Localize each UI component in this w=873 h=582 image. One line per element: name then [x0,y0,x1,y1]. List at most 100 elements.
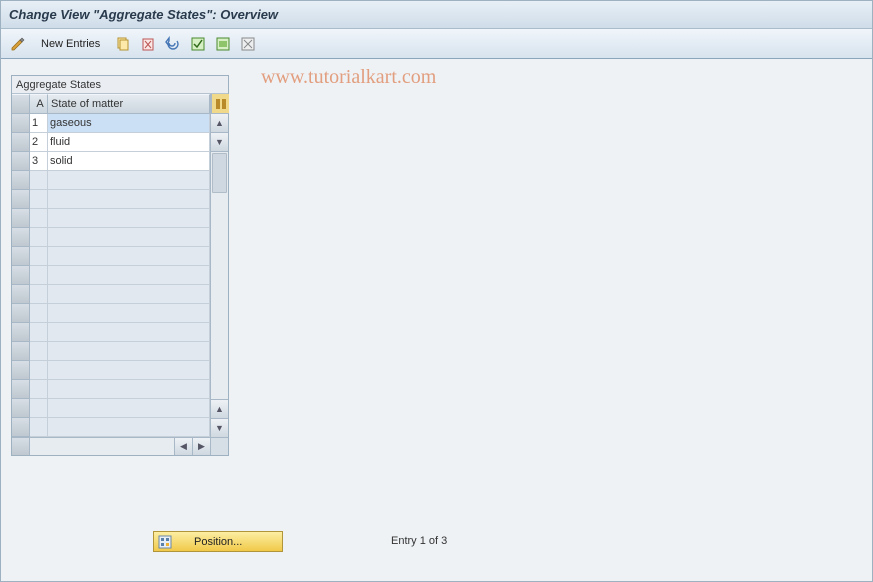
row-header[interactable] [12,418,30,437]
row-header[interactable] [12,247,30,266]
cell-state[interactable] [48,266,210,285]
table-body: 1gaseous2fluid3solid [12,114,210,437]
row-header[interactable] [12,114,30,133]
cell-state[interactable] [48,190,210,209]
table-row[interactable] [12,361,210,380]
cell-state[interactable] [48,342,210,361]
scroll-up-button[interactable]: ▲ [211,114,228,133]
table-row[interactable] [12,266,210,285]
scroll-down-button[interactable]: ▼ [211,133,228,152]
cell-state[interactable] [48,361,210,380]
row-header[interactable] [12,361,30,380]
hscroll-track[interactable] [30,438,174,455]
table-row[interactable] [12,380,210,399]
row-header[interactable] [12,171,30,190]
row-header[interactable] [12,380,30,399]
row-header[interactable] [12,285,30,304]
table-row[interactable] [12,342,210,361]
table-row[interactable]: 2fluid [12,133,210,152]
row-header[interactable] [12,323,30,342]
row-header[interactable] [12,209,30,228]
cell-a[interactable] [30,342,48,361]
row-header-corner[interactable] [12,94,30,114]
cell-a[interactable] [30,228,48,247]
table-row[interactable] [12,247,210,266]
cell-state[interactable]: gaseous [48,114,210,133]
row-header[interactable] [12,399,30,418]
cell-a[interactable] [30,285,48,304]
cell-state[interactable] [48,399,210,418]
table-row[interactable] [12,285,210,304]
cell-state[interactable] [48,228,210,247]
scroll-up2-button[interactable]: ▲ [211,399,228,418]
table-row[interactable]: 3solid [12,152,210,171]
cell-state[interactable] [48,247,210,266]
cell-a[interactable] [30,361,48,380]
new-entries-button[interactable]: New Entries [32,34,109,54]
table-row[interactable]: 1gaseous [12,114,210,133]
table-header: A State of matter [12,94,210,114]
row-header[interactable] [12,228,30,247]
cell-state[interactable] [48,209,210,228]
undo-icon[interactable] [162,34,184,54]
hscroll-right-button[interactable]: ▶ [192,438,210,455]
row-header[interactable] [12,190,30,209]
cell-state[interactable] [48,380,210,399]
table-row[interactable] [12,209,210,228]
cell-state[interactable]: fluid [48,133,210,152]
cell-a[interactable] [30,304,48,323]
cell-a[interactable]: 3 [30,152,48,171]
select-block-icon[interactable] [212,34,234,54]
cell-a[interactable] [30,399,48,418]
cell-a[interactable]: 1 [30,114,48,133]
aggregate-states-group: Aggregate States A State of matter 1gase… [11,75,229,456]
page-title: Change View "Aggregate States": Overview [9,7,278,22]
cell-a[interactable] [30,266,48,285]
position-button-label: Position... [194,536,242,548]
toolbar: New Entries [1,29,872,59]
cell-a[interactable]: 2 [30,133,48,152]
row-header[interactable] [12,304,30,323]
cell-a[interactable] [30,171,48,190]
table-row[interactable] [12,190,210,209]
cell-a[interactable] [30,247,48,266]
cell-state[interactable] [48,285,210,304]
cell-state[interactable] [48,323,210,342]
deselect-all-icon[interactable] [237,34,259,54]
row-header[interactable] [12,133,30,152]
hscroll-corner [12,438,30,455]
cell-state[interactable] [48,304,210,323]
scroll-thumb[interactable] [212,153,227,193]
row-header[interactable] [12,266,30,285]
cell-state[interactable] [48,418,210,437]
copy-icon[interactable] [112,34,134,54]
position-button[interactable]: Position... [153,531,283,552]
row-header[interactable] [12,342,30,361]
table-row[interactable] [12,323,210,342]
hscroll-corner2 [210,438,228,455]
scroll-down2-button[interactable]: ▼ [211,418,228,437]
cell-state[interactable]: solid [48,152,210,171]
configure-columns-icon[interactable] [211,94,229,114]
row-header[interactable] [12,152,30,171]
table-row[interactable] [12,418,210,437]
column-header-a[interactable]: A [30,94,48,114]
table-row[interactable] [12,304,210,323]
select-all-icon[interactable] [187,34,209,54]
cell-a[interactable] [30,323,48,342]
content-area: www.tutorialkart.com Aggregate States A … [1,59,872,581]
scroll-track[interactable] [211,152,228,399]
cell-a[interactable] [30,190,48,209]
cell-state[interactable] [48,171,210,190]
hscroll-left-button[interactable]: ◀ [174,438,192,455]
toggle-edit-icon[interactable] [7,34,29,54]
cell-a[interactable] [30,209,48,228]
table-row[interactable] [12,228,210,247]
delete-icon[interactable] [137,34,159,54]
cell-a[interactable] [30,380,48,399]
table-row[interactable] [12,399,210,418]
vertical-scrollbar: ▲ ▼ ▲ ▼ [210,94,228,437]
cell-a[interactable] [30,418,48,437]
column-header-state[interactable]: State of matter [48,94,210,114]
table-row[interactable] [12,171,210,190]
